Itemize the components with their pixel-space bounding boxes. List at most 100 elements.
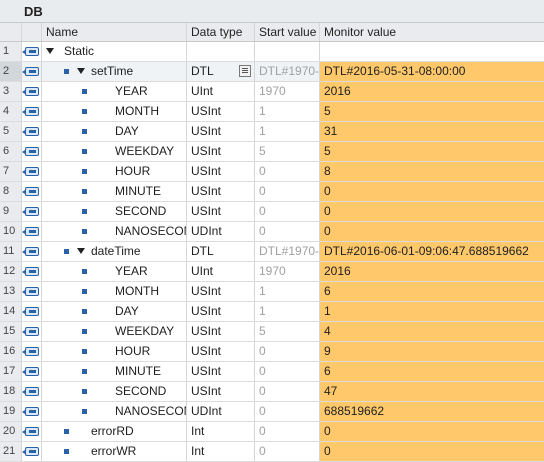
name-cell[interactable]: MONTH: [42, 102, 187, 121]
start-value-cell[interactable]: 0: [255, 362, 320, 381]
start-value-cell[interactable]: 1: [255, 302, 320, 321]
monitor-value-cell[interactable]: DTL#2016-05-31-08:00:00: [320, 62, 544, 81]
data-type-cell[interactable]: USInt: [187, 162, 255, 181]
row-number[interactable]: 9: [0, 202, 22, 221]
data-type-cell[interactable]: USInt: [187, 382, 255, 401]
name-cell[interactable]: SECOND: [42, 382, 187, 401]
table-row[interactable]: 11 dateTime DTL DTL#1970- DTL#2016-06-01-09:…: [0, 242, 544, 262]
row-number[interactable]: 2: [0, 62, 22, 81]
monitor-value-cell[interactable]: 2016: [320, 82, 544, 101]
table-row[interactable]: 14 DAY USInt 1 1: [0, 302, 544, 322]
data-type-cell[interactable]: UInt: [187, 82, 255, 101]
data-type-cell[interactable]: USInt: [187, 342, 255, 361]
monitor-value-cell[interactable]: 6: [320, 362, 544, 381]
start-value-cell[interactable]: DTL#1970-: [255, 242, 320, 261]
row-number[interactable]: 18: [0, 382, 22, 401]
monitor-value-cell[interactable]: 0: [320, 182, 544, 201]
start-value-cell[interactable]: 0: [255, 422, 320, 441]
monitor-value-cell[interactable]: 0: [320, 422, 544, 441]
start-value-cell[interactable]: 0: [255, 222, 320, 241]
name-cell[interactable]: YEAR: [42, 82, 187, 101]
row-number[interactable]: 12: [0, 262, 22, 281]
row-number[interactable]: 10: [0, 222, 22, 241]
column-header-name[interactable]: Name: [42, 23, 187, 41]
row-number[interactable]: 11: [0, 242, 22, 261]
table-row[interactable]: 6 WEEKDAY USInt 5 5: [0, 142, 544, 162]
monitor-value-cell[interactable]: [320, 42, 544, 61]
data-type-cell[interactable]: UInt: [187, 262, 255, 281]
row-number[interactable]: 6: [0, 142, 22, 161]
table-row[interactable]: 12 YEAR UInt 1970 2016: [0, 262, 544, 282]
row-number[interactable]: 14: [0, 302, 22, 321]
table-row[interactable]: 15 WEEKDAY USInt 5 4: [0, 322, 544, 342]
start-value-cell[interactable]: 0: [255, 342, 320, 361]
start-value-cell[interactable]: 0: [255, 162, 320, 181]
expand-toggle-icon[interactable]: [77, 248, 85, 254]
start-value-cell[interactable]: 0: [255, 202, 320, 221]
start-value-cell[interactable]: 1: [255, 122, 320, 141]
table-row[interactable]: 5 DAY USInt 1 31: [0, 122, 544, 142]
start-value-cell[interactable]: 1970: [255, 262, 320, 281]
data-type-cell[interactable]: USInt: [187, 122, 255, 141]
row-number[interactable]: 17: [0, 362, 22, 381]
data-type-cell[interactable]: USInt: [187, 362, 255, 381]
monitor-value-cell[interactable]: 0: [320, 442, 544, 461]
monitor-value-cell[interactable]: 0: [320, 202, 544, 221]
monitor-value-cell[interactable]: 47: [320, 382, 544, 401]
table-row[interactable]: 7 HOUR USInt 0 8: [0, 162, 544, 182]
monitor-value-cell[interactable]: 9: [320, 342, 544, 361]
data-type-cell[interactable]: USInt: [187, 142, 255, 161]
expand-toggle-icon[interactable]: [46, 48, 54, 54]
data-type-cell[interactable]: [187, 42, 255, 61]
column-header-monitor-value[interactable]: Monitor value: [320, 23, 544, 41]
table-row[interactable]: 4 MONTH USInt 1 5: [0, 102, 544, 122]
data-type-cell[interactable]: DTL: [187, 242, 255, 261]
monitor-value-cell[interactable]: 1: [320, 302, 544, 321]
start-value-cell[interactable]: 0: [255, 442, 320, 461]
row-number[interactable]: 20: [0, 422, 22, 441]
name-cell[interactable]: DAY: [42, 122, 187, 141]
name-cell[interactable]: DAY: [42, 302, 187, 321]
name-cell[interactable]: HOUR: [42, 342, 187, 361]
monitor-value-cell[interactable]: 6: [320, 282, 544, 301]
start-value-cell[interactable]: 1970: [255, 82, 320, 101]
name-cell[interactable]: HOUR: [42, 162, 187, 181]
monitor-value-cell[interactable]: 5: [320, 102, 544, 121]
column-header-start-value[interactable]: Start value: [255, 23, 320, 41]
name-cell[interactable]: WEEKDAY: [42, 322, 187, 341]
name-cell[interactable]: errorRD: [42, 422, 187, 441]
data-type-cell[interactable]: USInt: [187, 102, 255, 121]
data-type-cell[interactable]: Int: [187, 442, 255, 461]
row-number[interactable]: 15: [0, 322, 22, 341]
table-row[interactable]: 3 YEAR UInt 1970 2016: [0, 82, 544, 102]
data-type-cell[interactable]: DTL: [187, 62, 255, 81]
monitor-value-cell[interactable]: 688519662: [320, 402, 544, 421]
monitor-value-cell[interactable]: 4: [320, 322, 544, 341]
row-number[interactable]: 4: [0, 102, 22, 121]
monitor-value-cell[interactable]: 5: [320, 142, 544, 161]
expand-toggle-icon[interactable]: [77, 68, 85, 74]
start-value-cell[interactable]: 0: [255, 402, 320, 421]
row-number[interactable]: 19: [0, 402, 22, 421]
name-cell[interactable]: WEEKDAY: [42, 142, 187, 161]
data-type-cell[interactable]: USInt: [187, 322, 255, 341]
monitor-value-cell[interactable]: 8: [320, 162, 544, 181]
table-row[interactable]: 8 MINUTE USInt 0 0: [0, 182, 544, 202]
name-cell[interactable]: YEAR: [42, 262, 187, 281]
table-row[interactable]: 16 HOUR USInt 0 9: [0, 342, 544, 362]
table-row[interactable]: 2 setTime DTL DTL#1970- DTL#2016-05-31-08:00…: [0, 62, 544, 82]
data-type-cell[interactable]: USInt: [187, 282, 255, 301]
monitor-value-cell[interactable]: DTL#2016-06-01-09:06:47.688519662: [320, 242, 544, 261]
name-cell[interactable]: MINUTE: [42, 362, 187, 381]
row-number[interactable]: 21: [0, 442, 22, 461]
start-value-cell[interactable]: 1: [255, 282, 320, 301]
data-type-cell[interactable]: UDInt: [187, 222, 255, 241]
table-row[interactable]: 21 errorWR Int 0 0: [0, 442, 544, 462]
monitor-value-cell[interactable]: 2016: [320, 262, 544, 281]
name-cell[interactable]: dateTime: [42, 242, 187, 261]
table-row[interactable]: 17 MINUTE USInt 0 6: [0, 362, 544, 382]
monitor-value-cell[interactable]: 31: [320, 122, 544, 141]
table-row[interactable]: 18 SECOND USInt 0 47: [0, 382, 544, 402]
start-value-cell[interactable]: 5: [255, 322, 320, 341]
start-value-cell[interactable]: 0: [255, 182, 320, 201]
